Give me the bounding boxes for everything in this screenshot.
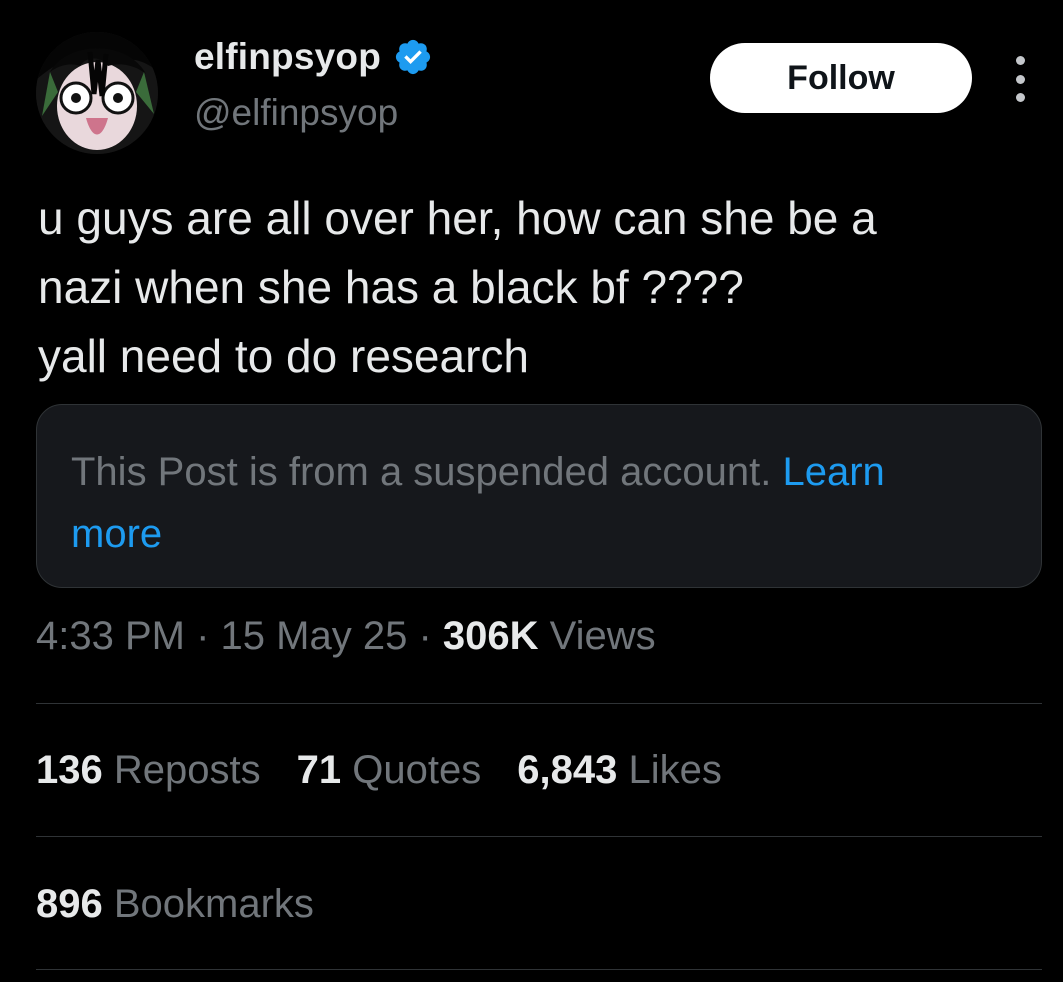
quotes-count: 71 [296, 748, 342, 792]
notice-message: This Post is from a suspended account. [71, 450, 783, 494]
engagement-stats: 136 Reposts 71 Quotes 6,843 Likes [36, 748, 722, 793]
more-dot [1015, 93, 1025, 102]
learn-more-link[interactable]: Learn [782, 450, 884, 494]
more-options-icon[interactable] [1006, 56, 1034, 102]
meta-separator: · [196, 614, 210, 658]
tweet-meta: 4:33 PM · 15 May 25 · 306K Views [36, 614, 656, 659]
views-count: 306K [442, 614, 539, 658]
quotes-label: Quotes [352, 748, 482, 792]
likes-stat[interactable]: 6,843 Likes [517, 748, 722, 793]
display-name[interactable]: elfinpsyop [194, 36, 381, 78]
tweet-date[interactable]: 15 May 25 [221, 614, 408, 658]
suspended-notice-text: This Post is from a suspended account. L… [71, 441, 1021, 565]
bookmarks-count: 896 [36, 882, 103, 926]
reposts-stat[interactable]: 136 Reposts [36, 748, 261, 793]
views-label: Views [549, 614, 656, 658]
divider [36, 836, 1042, 837]
likes-count: 6,843 [517, 748, 618, 792]
avatar[interactable] [36, 32, 158, 154]
more-dot [1015, 56, 1025, 65]
reposts-label: Reposts [113, 748, 261, 792]
tweet-line: nazi when she has a black bf ???? [38, 261, 744, 313]
bookmarks-stat[interactable]: 896 Bookmarks [36, 882, 314, 927]
likes-label: Likes [628, 748, 722, 792]
tweet-time[interactable]: 4:33 PM [36, 614, 185, 658]
tweet-line: u guys are all over her, how can she be … [38, 192, 877, 244]
handle[interactable]: @elfinpsyop [194, 92, 398, 134]
divider [36, 703, 1042, 704]
quotes-stat[interactable]: 71 Quotes [297, 748, 482, 793]
follow-button[interactable]: Follow [710, 43, 972, 113]
more-dot [1015, 74, 1025, 84]
suspended-notice: This Post is from a suspended account. L… [36, 404, 1042, 588]
reposts-count: 136 [36, 748, 103, 792]
tweet-detail: elfinpsyop @elfinpsyop Follow u guys are… [0, 0, 1063, 982]
tweet-text: u guys are all over her, how can she be … [38, 184, 1038, 391]
divider [36, 969, 1042, 970]
tweet-line: yall need to do research [38, 330, 529, 382]
author-name-row: elfinpsyop [194, 36, 433, 78]
bookmarks-label: Bookmarks [113, 882, 314, 926]
learn-more-link[interactable]: more [71, 512, 162, 556]
verified-badge-icon [395, 39, 431, 75]
meta-separator: · [418, 614, 432, 658]
